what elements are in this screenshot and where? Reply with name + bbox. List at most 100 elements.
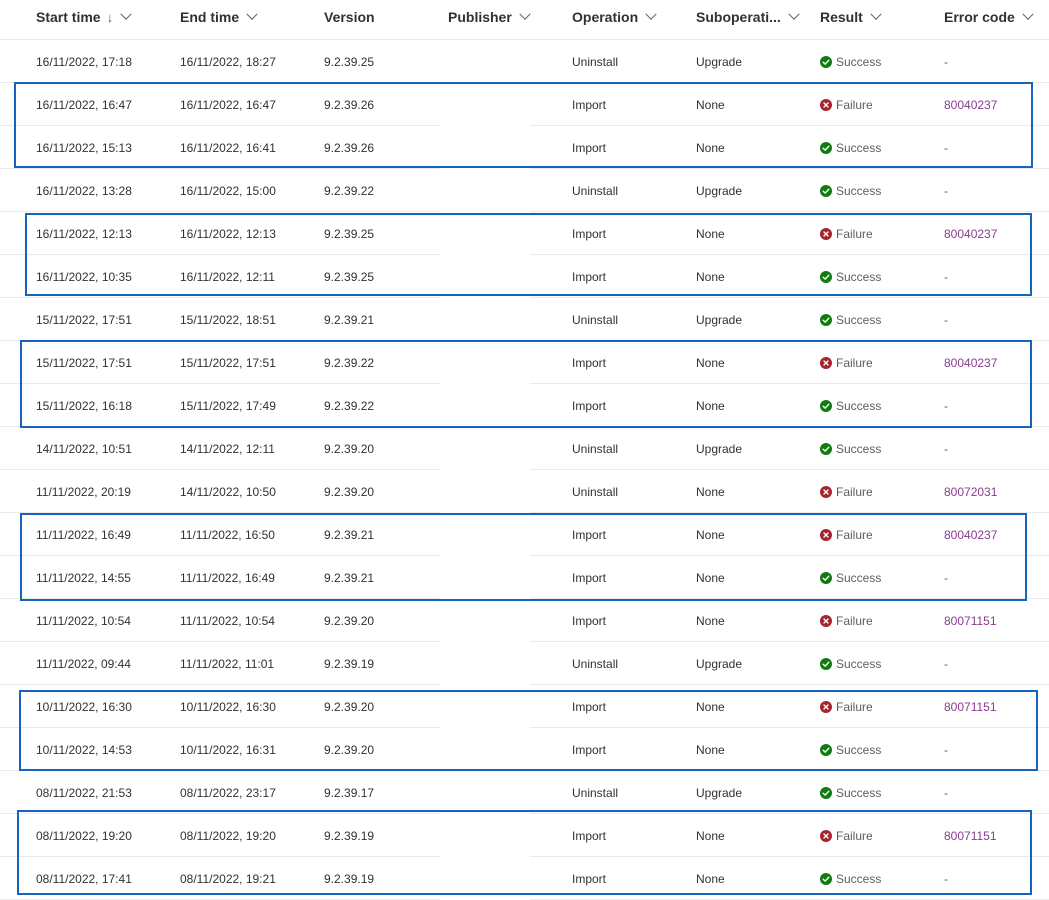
start-time-cell: 11/11/2022, 14:55 — [36, 570, 131, 585]
error-code-cell: - — [944, 570, 948, 585]
column-header-publisher[interactable]: Publisher — [448, 0, 531, 34]
table-row[interactable]: 15/11/2022, 17:51 15/11/2022, 18:51 9.2.39… — [0, 298, 1049, 341]
chevron-down-icon — [870, 8, 882, 20]
table-row[interactable]: 16/11/2022, 10:35 16/11/2022, 12:11 9.2.39… — [0, 255, 1049, 298]
table-row[interactable]: 15/11/2022, 17:51 15/11/2022, 17:51 9.2.39… — [0, 341, 1049, 384]
end-time-cell: 08/11/2022, 23:17 — [180, 785, 276, 800]
start-time-cell: 11/11/2022, 16:49 — [36, 527, 131, 542]
result-cell: Success — [820, 642, 881, 685]
chevron-down-icon — [788, 8, 800, 20]
result-cell: Success — [820, 728, 881, 771]
start-time-cell: 11/11/2022, 10:54 — [36, 613, 131, 628]
suboperation-cell: Upgrade — [696, 312, 743, 327]
end-time-cell: 16/11/2022, 15:00 — [180, 183, 276, 198]
result-label: Success — [836, 312, 882, 327]
chevron-down-icon — [645, 8, 657, 20]
end-time-cell: 11/11/2022, 16:50 — [180, 527, 275, 542]
table-row[interactable]: 10/11/2022, 16:30 10/11/2022, 16:30 9.2.39… — [0, 685, 1049, 728]
start-time-cell: 16/11/2022, 17:18 — [36, 54, 132, 69]
table-row[interactable]: 15/11/2022, 16:18 15/11/2022, 17:49 9.2.39… — [0, 384, 1049, 427]
operation-cell: Uninstall — [572, 312, 619, 327]
start-time-cell: 16/11/2022, 12:13 — [36, 226, 132, 241]
column-header-label: Result — [820, 9, 863, 25]
error-code-link[interactable]: 80040237 — [944, 212, 997, 255]
column-header-label: Suboperati... — [696, 9, 781, 25]
column-header-start-time[interactable]: Start time ↓ — [36, 0, 132, 34]
table-row[interactable]: 16/11/2022, 17:18 16/11/2022, 18:27 9.2.39… — [0, 40, 1049, 83]
version-cell: 9.2.39.25 — [324, 226, 375, 241]
start-time-cell: 16/11/2022, 16:47 — [36, 97, 132, 112]
result-label: Failure — [836, 97, 873, 112]
suboperation-cell: None — [696, 484, 725, 499]
table-row[interactable]: 08/11/2022, 19:20 08/11/2022, 19:20 9.2.39… — [0, 814, 1049, 857]
error-code-link[interactable]: 80071151 — [944, 599, 997, 642]
start-time-cell: 16/11/2022, 13:28 — [36, 183, 132, 198]
table-row[interactable]: 11/11/2022, 10:54 11/11/2022, 10:54 9.2.39… — [0, 599, 1049, 642]
table-row[interactable]: 08/11/2022, 17:41 08/11/2022, 19:21 9.2.39… — [0, 857, 1049, 900]
result-label: Failure — [836, 699, 873, 714]
table-row[interactable]: 16/11/2022, 13:28 16/11/2022, 15:00 9.2.39… — [0, 169, 1049, 212]
table-row[interactable]: 08/11/2022, 21:53 08/11/2022, 23:17 9.2.39… — [0, 771, 1049, 814]
operation-cell: Uninstall — [572, 656, 619, 671]
error-code-cell: - — [944, 54, 948, 69]
result-label: Failure — [836, 226, 873, 241]
operation-cell: Import — [572, 613, 607, 628]
table-row[interactable]: 14/11/2022, 10:51 14/11/2022, 12:11 9.2.39… — [0, 427, 1049, 470]
suboperation-cell: Upgrade — [696, 183, 743, 198]
suboperation-cell: None — [696, 269, 725, 284]
operation-cell: Uninstall — [572, 785, 619, 800]
table-row[interactable]: 16/11/2022, 15:13 16/11/2022, 16:41 9.2.39… — [0, 126, 1049, 169]
operation-cell: Import — [572, 355, 607, 370]
start-time-cell: 16/11/2022, 10:35 — [36, 269, 132, 284]
start-time-cell: 08/11/2022, 17:41 — [36, 871, 132, 886]
column-header-version[interactable]: Version — [324, 0, 375, 34]
version-cell: 9.2.39.17 — [324, 785, 375, 800]
end-time-cell: 11/11/2022, 11:01 — [180, 656, 275, 671]
version-cell: 9.2.39.20 — [324, 699, 375, 714]
operation-cell: Import — [572, 828, 607, 843]
column-header-suboperation[interactable]: Suboperati... — [696, 0, 800, 34]
error-code-link[interactable]: 80071151 — [944, 814, 997, 857]
column-header-label: End time — [180, 9, 240, 25]
result-cell: Failure — [820, 513, 873, 556]
start-time-cell: 15/11/2022, 17:51 — [36, 355, 132, 370]
version-cell: 9.2.39.19 — [324, 656, 375, 671]
result-label: Success — [836, 570, 882, 585]
end-time-cell: 15/11/2022, 17:51 — [180, 355, 276, 370]
failure-x-icon — [820, 227, 832, 240]
column-header-result[interactable]: Result — [820, 0, 882, 34]
column-header-end-time[interactable]: End time — [180, 0, 258, 34]
end-time-cell: 15/11/2022, 17:49 — [180, 398, 276, 413]
result-cell: Success — [820, 857, 881, 900]
error-code-link[interactable]: 80072031 — [944, 470, 997, 513]
table-row[interactable]: 16/11/2022, 16:47 16/11/2022, 16:47 9.2.39… — [0, 83, 1049, 126]
table-row[interactable]: 10/11/2022, 14:53 10/11/2022, 16:31 9.2.39… — [0, 728, 1049, 771]
error-code-link[interactable]: 80040237 — [944, 341, 997, 384]
column-header-error-code[interactable]: Error code — [944, 0, 1034, 34]
operation-cell: Import — [572, 871, 607, 886]
success-check-icon — [820, 571, 832, 584]
error-code-link[interactable]: 80040237 — [944, 513, 997, 556]
result-label: Failure — [836, 484, 873, 499]
end-time-cell: 08/11/2022, 19:21 — [180, 871, 276, 886]
result-label: Success — [836, 269, 882, 284]
result-label: Failure — [836, 527, 873, 542]
table-row[interactable]: 11/11/2022, 14:55 11/11/2022, 16:49 9.2.39… — [0, 556, 1049, 599]
table-row[interactable]: 11/11/2022, 09:44 11/11/2022, 11:01 9.2.39… — [0, 642, 1049, 685]
table-row[interactable]: 16/11/2022, 12:13 16/11/2022, 12:13 9.2.39… — [0, 212, 1049, 255]
result-cell: Success — [820, 298, 881, 341]
error-code-cell: - — [944, 871, 948, 886]
operation-cell: Import — [572, 97, 607, 112]
suboperation-cell: Upgrade — [696, 656, 743, 671]
start-time-cell: 08/11/2022, 21:53 — [36, 785, 132, 800]
column-header-operation[interactable]: Operation — [572, 0, 657, 34]
chevron-down-icon — [1022, 8, 1034, 20]
start-time-cell: 14/11/2022, 10:51 — [36, 441, 132, 456]
error-code-cell: - — [944, 398, 948, 413]
error-code-link[interactable]: 80040237 — [944, 83, 997, 126]
table-row[interactable]: 11/11/2022, 16:49 11/11/2022, 16:50 9.2.39… — [0, 513, 1049, 556]
table-row[interactable]: 11/11/2022, 20:19 14/11/2022, 10:50 9.2.39… — [0, 470, 1049, 513]
error-code-cell: - — [944, 441, 948, 456]
error-code-link[interactable]: 80071151 — [944, 685, 997, 728]
result-cell: Success — [820, 255, 881, 298]
